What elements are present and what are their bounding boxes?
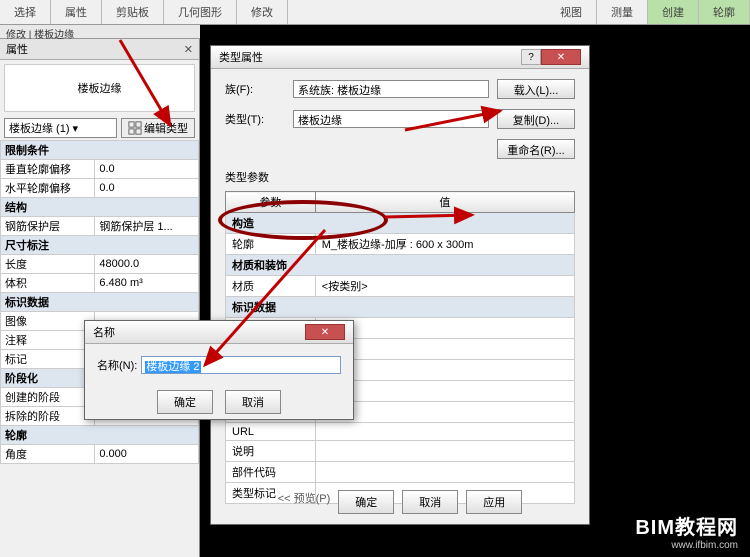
ribbon-tab[interactable]: 修改 <box>237 0 288 24</box>
prop-name: 长度 <box>1 255 95 274</box>
cancel-button[interactable]: 取消 <box>225 390 281 414</box>
prop-name: 角度 <box>1 445 95 464</box>
family-selector[interactable]: 系统族: 楼板边缘 <box>293 80 489 98</box>
param-value[interactable] <box>315 402 574 423</box>
prop-category: 结构 <box>1 198 199 217</box>
help-icon[interactable]: ? <box>521 49 541 65</box>
watermark-title: BIM教程网 <box>635 511 738 540</box>
prop-category: 限制条件 <box>1 141 199 160</box>
ribbon-tab-profile[interactable]: 轮廓 <box>699 0 750 24</box>
annotation-arrow <box>400 105 510 135</box>
prop-value[interactable]: 48000.0 <box>95 255 199 274</box>
prop-name: 注释 <box>1 331 95 350</box>
prop-name: 钢筋保护层 <box>1 217 95 236</box>
apply-button[interactable]: 应用 <box>466 490 522 514</box>
prop-category: 尺寸标注 <box>1 236 199 255</box>
prop-name: 体积 <box>1 274 95 293</box>
annotation-arrow <box>195 225 335 375</box>
prop-name: 标记 <box>1 350 95 369</box>
param-value[interactable] <box>315 339 574 360</box>
ribbon-tab[interactable]: 视图 <box>546 0 597 24</box>
type-selector[interactable]: 楼板边缘 (1) ▾ <box>4 118 117 138</box>
load-button[interactable]: 载入(L)... <box>497 79 575 99</box>
close-button[interactable]: ✕ <box>541 49 581 65</box>
param-name: 说明 <box>226 441 316 462</box>
family-label: 族(F): <box>225 81 285 97</box>
annotation-arrow <box>380 205 480 225</box>
ok-button[interactable]: 确定 <box>338 490 394 514</box>
dialog-titlebar[interactable]: 类型属性 ?✕ <box>211 46 589 69</box>
dialog-title: 名称 <box>93 324 115 340</box>
watermark-url: www.ifbim.com <box>635 540 738 551</box>
preview-button[interactable]: << 预览(P) <box>278 490 331 514</box>
param-value[interactable]: <按类别> <box>315 276 574 297</box>
param-value[interactable] <box>315 441 574 462</box>
param-value[interactable] <box>315 462 574 483</box>
ribbon-tab[interactable]: 创建 <box>648 0 699 24</box>
prop-name: 图像 <box>1 312 95 331</box>
prop-category: 标识数据 <box>1 293 199 312</box>
prop-name: 创建的阶段 <box>1 388 95 407</box>
rename-button[interactable]: 重命名(R)... <box>497 139 575 159</box>
annotation-arrow <box>110 30 190 140</box>
ok-button[interactable]: 确定 <box>157 390 213 414</box>
watermark: BIM教程网 www.ifbim.com <box>635 511 738 551</box>
param-value[interactable] <box>315 381 574 402</box>
prop-value[interactable]: 钢筋保护层 1... <box>95 217 199 236</box>
param-name: 部件代码 <box>226 462 316 483</box>
prop-name: 拆除的阶段 <box>1 407 95 426</box>
prop-value[interactable]: 0.000 <box>95 445 199 464</box>
ribbon-tab[interactable]: 几何图形 <box>164 0 237 24</box>
param-label: 类型参数 <box>225 169 575 185</box>
param-value[interactable] <box>315 423 574 441</box>
prop-category: 轮廓 <box>1 426 199 445</box>
ribbon-tab[interactable]: 剪贴板 <box>102 0 164 24</box>
param-value[interactable] <box>315 318 574 339</box>
type-label: 类型(T): <box>225 111 285 127</box>
dialog-title: 类型属性 <box>219 49 263 65</box>
prop-name: 水平轮廓偏移 <box>1 179 95 198</box>
properties-title: 属性 <box>6 41 28 57</box>
ribbon-tab[interactable]: 选择 <box>0 0 51 24</box>
param-value[interactable]: M_楼板边缘-加厚 : 600 x 300m <box>315 234 574 255</box>
ribbon-tab[interactable]: 属性 <box>51 0 102 24</box>
cancel-button[interactable]: 取消 <box>402 490 458 514</box>
prop-value[interactable]: 0.0 <box>95 160 199 179</box>
prop-value[interactable]: 0.0 <box>95 179 199 198</box>
name-label: 名称(N): <box>97 357 137 373</box>
prop-value[interactable]: 6.480 m³ <box>95 274 199 293</box>
prop-name: 垂直轮廓偏移 <box>1 160 95 179</box>
ribbon: 选择 属性 剪贴板 几何图形 修改 视图 测量 创建 轮廓 <box>0 0 750 25</box>
ribbon-tab[interactable]: 测量 <box>597 0 648 24</box>
param-value[interactable] <box>315 360 574 381</box>
